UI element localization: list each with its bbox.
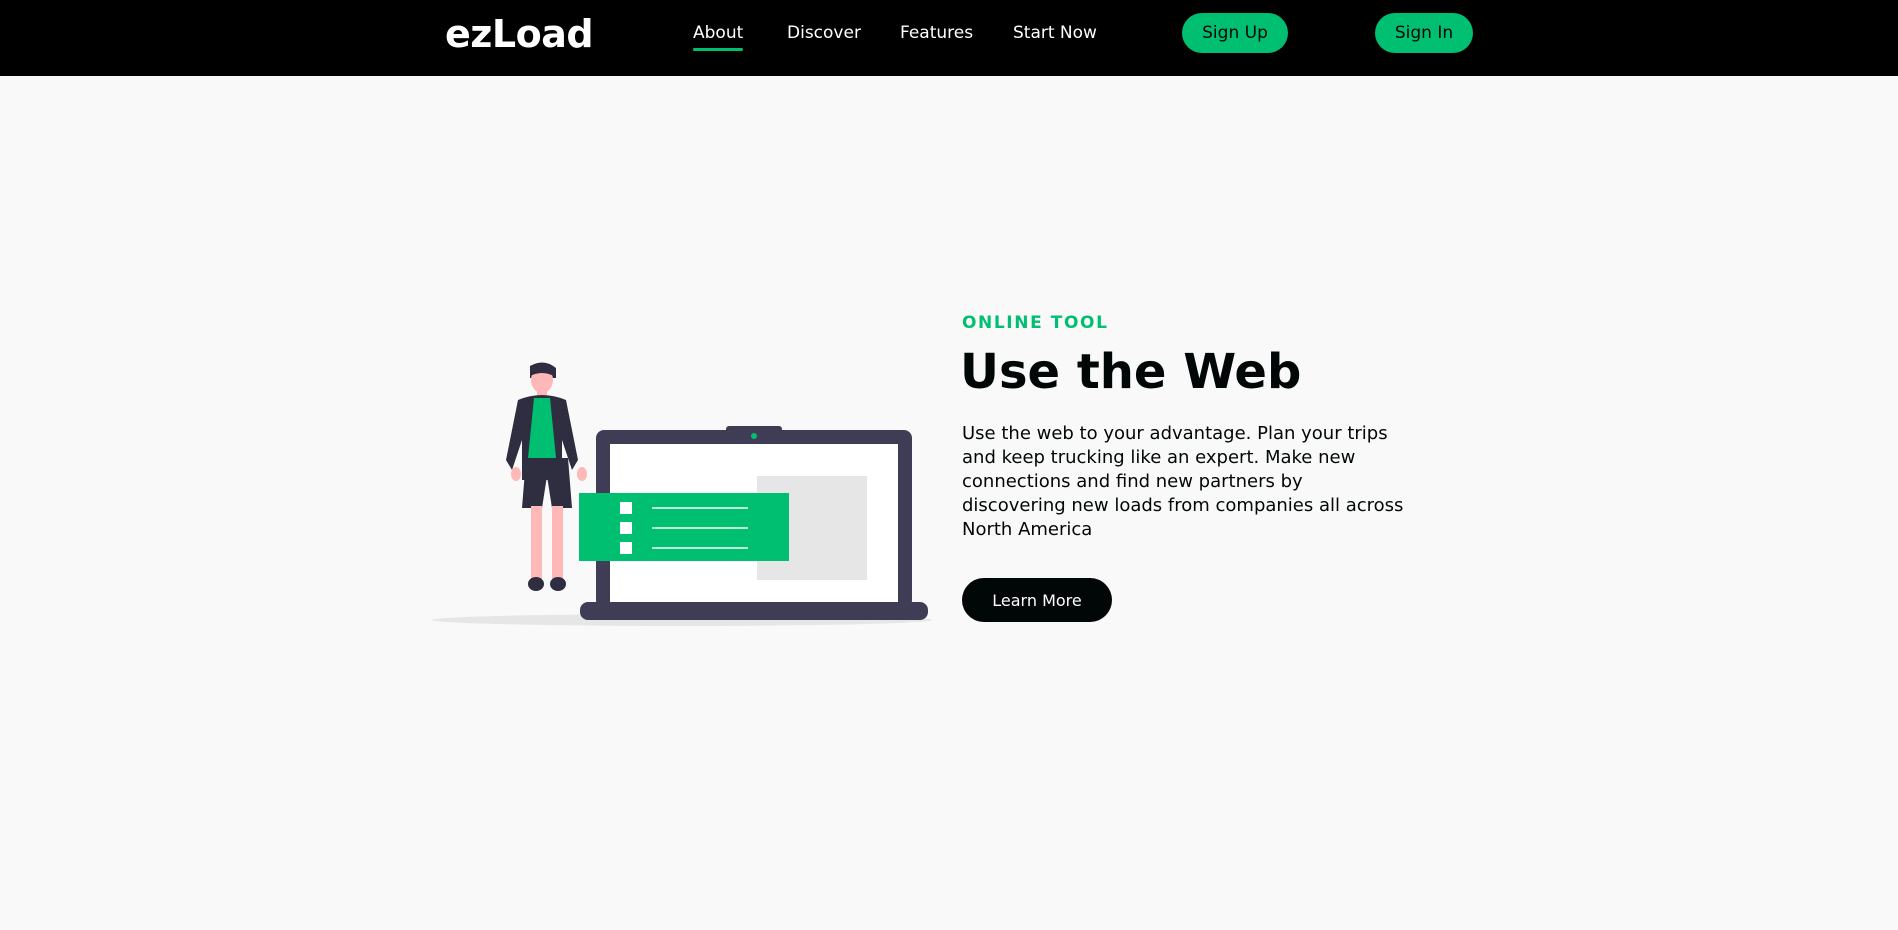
top-navbar: ezLoad About Discover Features Start Now… bbox=[0, 0, 1898, 76]
laptop-camera-bar bbox=[726, 426, 782, 434]
nav-link-start-now[interactable]: Start Now bbox=[1013, 21, 1097, 45]
person-with-laptop-illustration bbox=[432, 350, 932, 634]
hero-description: Use the web to your advantage. Plan your… bbox=[962, 423, 1404, 540]
nav-link-about[interactable]: About bbox=[693, 21, 744, 51]
logo[interactable]: ezLoad bbox=[445, 10, 594, 58]
person-figure bbox=[506, 362, 587, 591]
sign-in-button[interactable]: Sign In bbox=[1375, 13, 1473, 53]
laptop-camera bbox=[751, 433, 757, 439]
sign-up-button[interactable]: Sign Up bbox=[1182, 13, 1288, 53]
green-checklist-card bbox=[579, 493, 789, 561]
nav-link-features[interactable]: Features bbox=[900, 21, 973, 45]
hero-headline: Use the Web bbox=[960, 344, 1302, 400]
nav-link-discover[interactable]: Discover bbox=[787, 21, 861, 45]
hero-eyebrow: ONLINE TOOL bbox=[962, 313, 1109, 333]
learn-more-button[interactable]: Learn More bbox=[962, 578, 1112, 622]
